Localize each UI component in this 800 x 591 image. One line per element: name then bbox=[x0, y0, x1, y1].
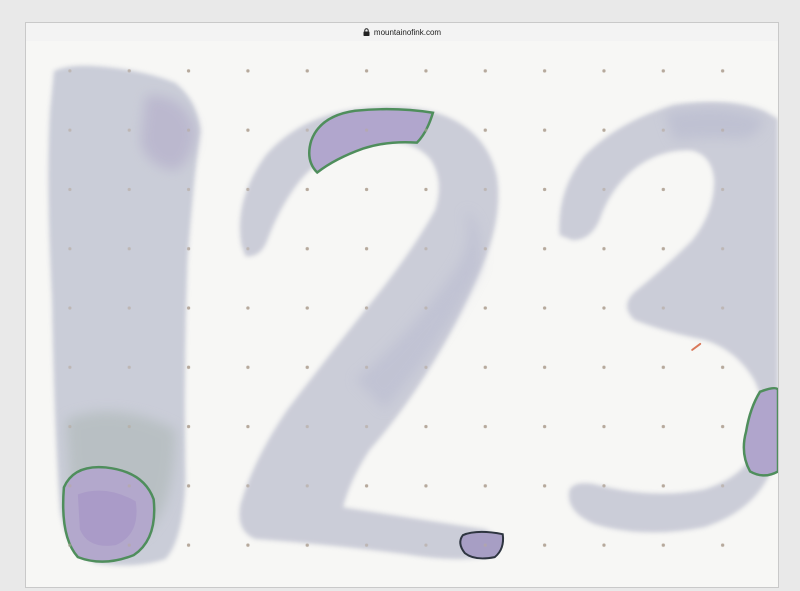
browser-window: mountainofink.com bbox=[25, 22, 779, 588]
lock-icon bbox=[363, 28, 370, 36]
dot-grid-overlay bbox=[26, 41, 778, 587]
url-text: mountainofink.com bbox=[373, 27, 442, 37]
ink-swab-photo bbox=[26, 41, 778, 587]
ink-numerals-image bbox=[26, 41, 778, 587]
address-bar[interactable]: mountainofink.com bbox=[26, 23, 778, 42]
